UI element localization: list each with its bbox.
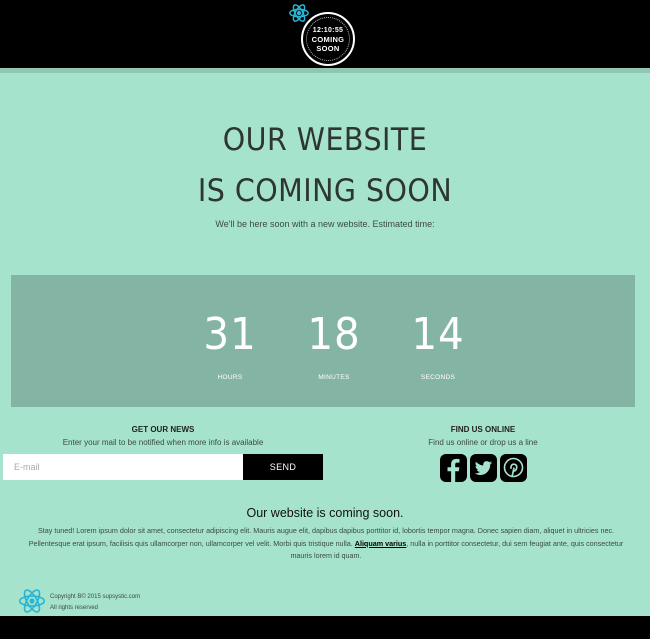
copyright-block: Copyright B© 2015 supsystic.com All righ… — [50, 592, 140, 614]
clock-time: 12:10:55 — [312, 26, 344, 34]
hours-value: 31 — [203, 309, 257, 360]
hours-label: HOURS — [217, 374, 243, 381]
aliquam-varius-link[interactable]: Aliquam varius — [355, 539, 407, 548]
pinterest-icon[interactable] — [500, 454, 527, 482]
seconds-label: SECONDS — [420, 374, 456, 381]
copyright-text: Copyright B© 2015 supsystic.com — [50, 594, 141, 600]
social-title: FIND US ONLINE — [450, 425, 516, 434]
send-button[interactable]: SEND — [243, 454, 323, 480]
seconds-value: 14 — [411, 309, 465, 360]
header-divider — [0, 68, 650, 73]
rights-text: All rights reserved — [50, 605, 99, 611]
hero-title-line-2: IS COMING SOON — [197, 173, 453, 209]
footer-atom-logo-icon — [18, 589, 46, 613]
newsletter-subtitle: Enter your mail to be notified when more… — [62, 438, 264, 447]
top-header-bar: 12:10:55 COMING SOON — [0, 0, 650, 68]
clock-badge: 12:10:55 COMING SOON — [301, 12, 355, 66]
about-title: Our website is coming soon. — [246, 506, 404, 520]
about-text: Stay tuned! Lorem ipsum dolor sit amet, … — [26, 525, 626, 563]
countdown-minutes: 18 MINUTES — [289, 309, 379, 382]
countdown-seconds: 14 SECONDS — [393, 309, 483, 382]
clock-coming: COMING — [311, 34, 345, 44]
countdown-panel: 31 HOURS 18 MINUTES 14 SECONDS — [11, 275, 635, 407]
twitter-icon[interactable] — [470, 454, 497, 482]
countdown-hours: 31 HOURS — [185, 309, 275, 382]
facebook-icon[interactable] — [440, 454, 467, 482]
newsletter-title: GET OUR NEWS — [131, 425, 195, 434]
minutes-label: MINUTES — [318, 374, 350, 381]
hero-subtitle: We'll be here soon with a new website. E… — [215, 219, 435, 229]
hero-title-line-1: OUR WEBSITE — [222, 122, 428, 158]
minutes-value: 18 — [307, 309, 361, 360]
bottom-bar — [0, 616, 650, 639]
email-input[interactable] — [3, 454, 243, 480]
clock-soon: SOON — [316, 43, 340, 53]
social-subtitle: Find us online or drop us a line — [428, 438, 538, 447]
